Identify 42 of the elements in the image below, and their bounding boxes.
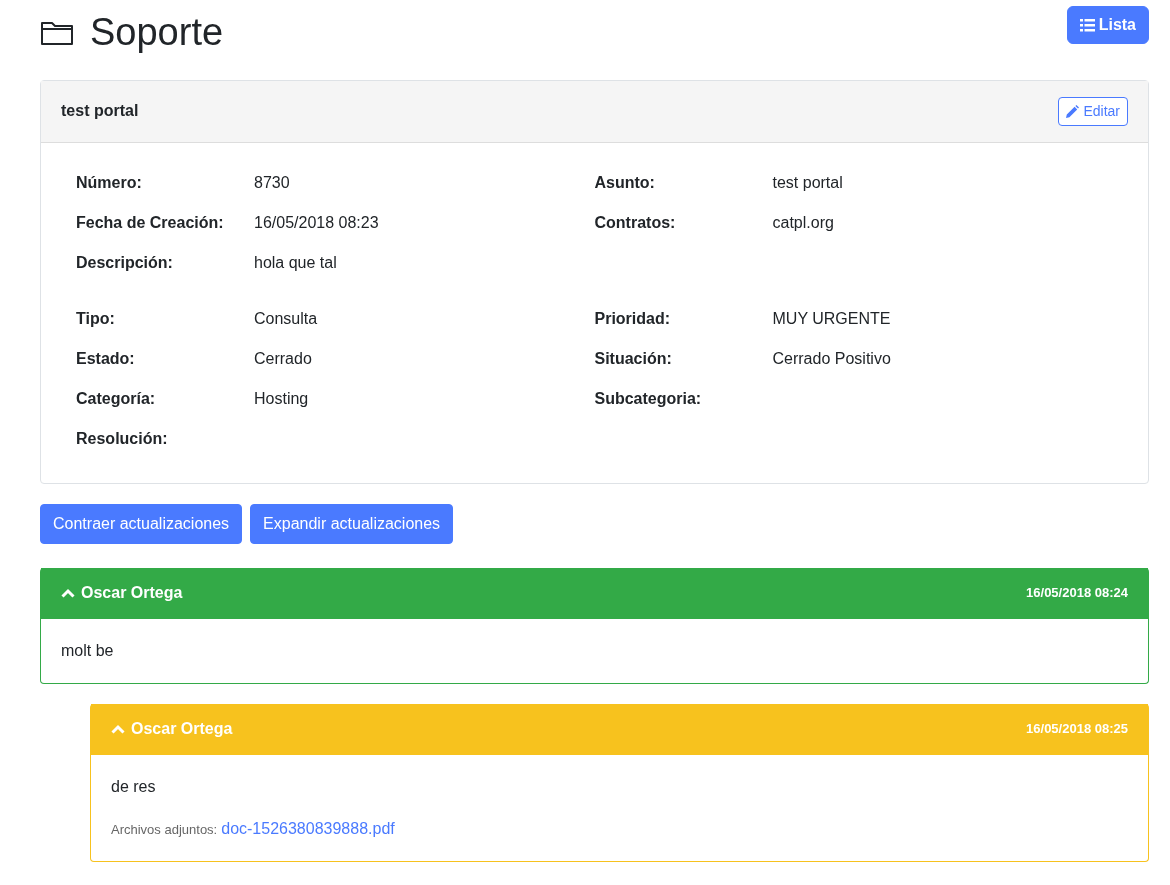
update-text: molt be xyxy=(61,640,115,661)
pencil-icon xyxy=(1066,104,1080,118)
action-button[interactable]: Expandir actualizaciones xyxy=(250,503,454,544)
field-label: Categoría: xyxy=(76,388,157,409)
field-value: Consulta xyxy=(254,308,318,329)
field-value: MUY URGENTE xyxy=(772,308,891,329)
list-button[interactable]: Lista xyxy=(1066,6,1149,44)
field-value: Cerrado xyxy=(254,348,312,369)
field-label: Prioridad: xyxy=(594,308,672,329)
update-date: 16/05/2018 08:25 xyxy=(1026,719,1128,738)
field-value: 16/05/2018 08:23 xyxy=(254,212,379,233)
field-label: Situación: xyxy=(594,348,673,369)
author-name: Oscar Ortega xyxy=(81,582,183,603)
field-value: catpl.org xyxy=(772,212,834,233)
field-value: hola que tal xyxy=(254,252,337,273)
field-label: Número: xyxy=(76,172,143,193)
update-text: de res xyxy=(111,776,157,797)
field-value: 8730 xyxy=(254,172,290,193)
folder-icon xyxy=(40,19,74,46)
field-label: Contratos: xyxy=(594,212,677,233)
edit-button[interactable]: Editar xyxy=(1058,96,1128,126)
field-value: test portal xyxy=(772,172,843,193)
field-label: Subcategoria: xyxy=(594,388,703,409)
page-title: Soporte xyxy=(90,10,224,55)
field-label: Estado: xyxy=(76,348,136,369)
ticket-title: test portal xyxy=(61,101,139,122)
field-label: Fecha de Creación: xyxy=(76,212,225,233)
attachment-link[interactable]: doc-1526380839888.pdf xyxy=(221,816,395,841)
action-button[interactable]: Contraer actualizaciones xyxy=(40,503,243,544)
field-label: Asunto: xyxy=(594,172,656,193)
update-header[interactable]: Oscar Ortega 16/05/2018 08:24 xyxy=(41,567,1148,618)
chevron-up-icon xyxy=(111,723,125,734)
author-name: Oscar Ortega xyxy=(131,718,233,739)
list-icon xyxy=(1079,18,1095,32)
field-label: Resolución: xyxy=(76,428,169,449)
field-label: Descripción: xyxy=(76,252,174,273)
field-value: Cerrado Positivo xyxy=(772,348,891,369)
chevron-up-icon xyxy=(61,587,75,598)
update-date: 16/05/2018 08:24 xyxy=(1026,583,1128,602)
attachments-label: Archivos adjuntos: xyxy=(111,820,218,839)
field-value: Hosting xyxy=(254,388,309,409)
field-label: Tipo: xyxy=(76,308,116,329)
